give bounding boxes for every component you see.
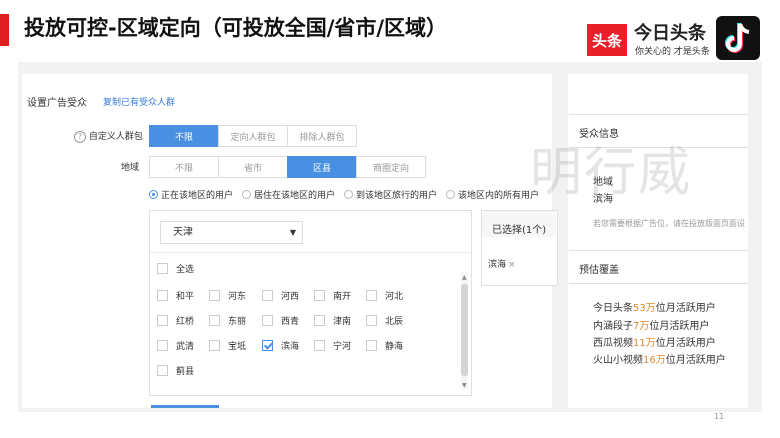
district-checkbox[interactable]: 北辰 (366, 314, 403, 327)
district-checkbox[interactable]: 宝坻 (209, 339, 246, 352)
check-icon (262, 340, 273, 351)
forecast-line: 内涵段子7万位月活跃用户 (593, 321, 710, 332)
district-checkbox[interactable]: 南开 (314, 289, 351, 302)
forecast-title: 预估覆盖 (579, 265, 619, 276)
audience-option-exclude[interactable]: 排除人群包 (287, 125, 357, 147)
watermark-text: 明行威 (530, 143, 693, 203)
region-label: 地域 (121, 163, 140, 173)
forecast-line: 今日头条53万位月活跃用户 (593, 303, 716, 314)
help-icon[interactable]: ? (74, 131, 86, 143)
custom-audience-label: ? 自定义人群包 (74, 129, 143, 143)
radio-currently-in[interactable]: 正在该地区的用户 (149, 188, 233, 201)
district-checkbox[interactable]: 河东 (209, 289, 246, 302)
city-dropdown[interactable]: 天津 ▼ (160, 221, 303, 244)
toutiao-logo-name: 今日头条 (634, 23, 706, 44)
district-checkbox[interactable]: 红桥 (157, 314, 194, 327)
tiktok-icon (716, 16, 760, 60)
radio-living-in[interactable]: 居住在该地区的用户 (242, 188, 335, 201)
audience-option-include[interactable]: 定向人群包 (218, 125, 288, 147)
radio-traveling-to[interactable]: 到该地区旅行的用户 (344, 188, 437, 201)
district-checkbox[interactable]: 东丽 (209, 314, 246, 327)
district-checkbox[interactable]: 西青 (262, 314, 299, 327)
picker-divider (150, 252, 470, 253)
district-checkbox[interactable]: 静海 (366, 339, 403, 352)
district-checkbox[interactable]: 武清 (157, 339, 194, 352)
caret-down-icon: ▼ (289, 228, 296, 237)
radio-all-in-region[interactable]: 该地区内的所有用户 (446, 188, 539, 201)
selected-count-title: 已选择(1个) (492, 225, 547, 236)
district-checkbox[interactable]: 蓟县 (157, 364, 194, 377)
copy-audience-link[interactable]: 复制已有受众人群 (103, 95, 175, 108)
district-checkbox[interactable]: 和平 (157, 289, 194, 302)
district-checkbox-checked[interactable]: 滨海 (262, 339, 299, 352)
district-checkbox[interactable]: 河西 (262, 289, 299, 302)
region-segment: 不限 省市 区县 商圈定向 (149, 156, 426, 178)
forecast-line: 火山小视频16万位月活跃用户 (593, 355, 726, 366)
user-location-radios: 正在该地区的用户 居住在该地区的用户 到该地区旅行的用户 该地区内的所有用户 (149, 188, 539, 201)
picker-scrollbar-thumb[interactable] (461, 284, 468, 376)
title-accent-bar (0, 14, 9, 46)
selected-tag[interactable]: 滨海 × (488, 257, 516, 270)
page-number: 11 (714, 412, 725, 421)
audience-option-unlimited[interactable]: 不限 (149, 125, 219, 147)
region-option-province[interactable]: 省市 (218, 156, 288, 178)
forecast-line: 西瓜视频11万位月活跃用户 (593, 338, 716, 349)
region-option-district[interactable]: 区县 (287, 156, 357, 178)
district-checkbox[interactable]: 津南 (314, 314, 351, 327)
district-checkbox[interactable]: 河北 (366, 289, 403, 302)
custom-audience-segment: 不限 定向人群包 排除人群包 (149, 125, 357, 147)
toutiao-logo-slogan: 你关心的 才是头条 (635, 47, 710, 57)
toutiao-logo-badge: 头条 (587, 24, 627, 56)
region-option-unlimited[interactable]: 不限 (149, 156, 219, 178)
district-checkbox[interactable]: 宁河 (314, 339, 351, 352)
bottom-active-tab[interactable] (151, 405, 219, 408)
slide-title: 投放可控-区域定向（可投放全国/省市/区域） (24, 16, 448, 40)
select-all-checkbox[interactable]: 全选 (157, 262, 194, 275)
close-icon[interactable]: × (508, 260, 516, 270)
audience-info-hint: 若您需要根据广告位，请在投放版面页面设 (593, 219, 745, 228)
region-option-business[interactable]: 商圈定向 (356, 156, 426, 178)
scroll-down-icon[interactable]: ▼ (462, 382, 467, 389)
scroll-up-icon[interactable]: ▲ (462, 274, 467, 281)
section-title: 设置广告受众 (27, 98, 87, 109)
